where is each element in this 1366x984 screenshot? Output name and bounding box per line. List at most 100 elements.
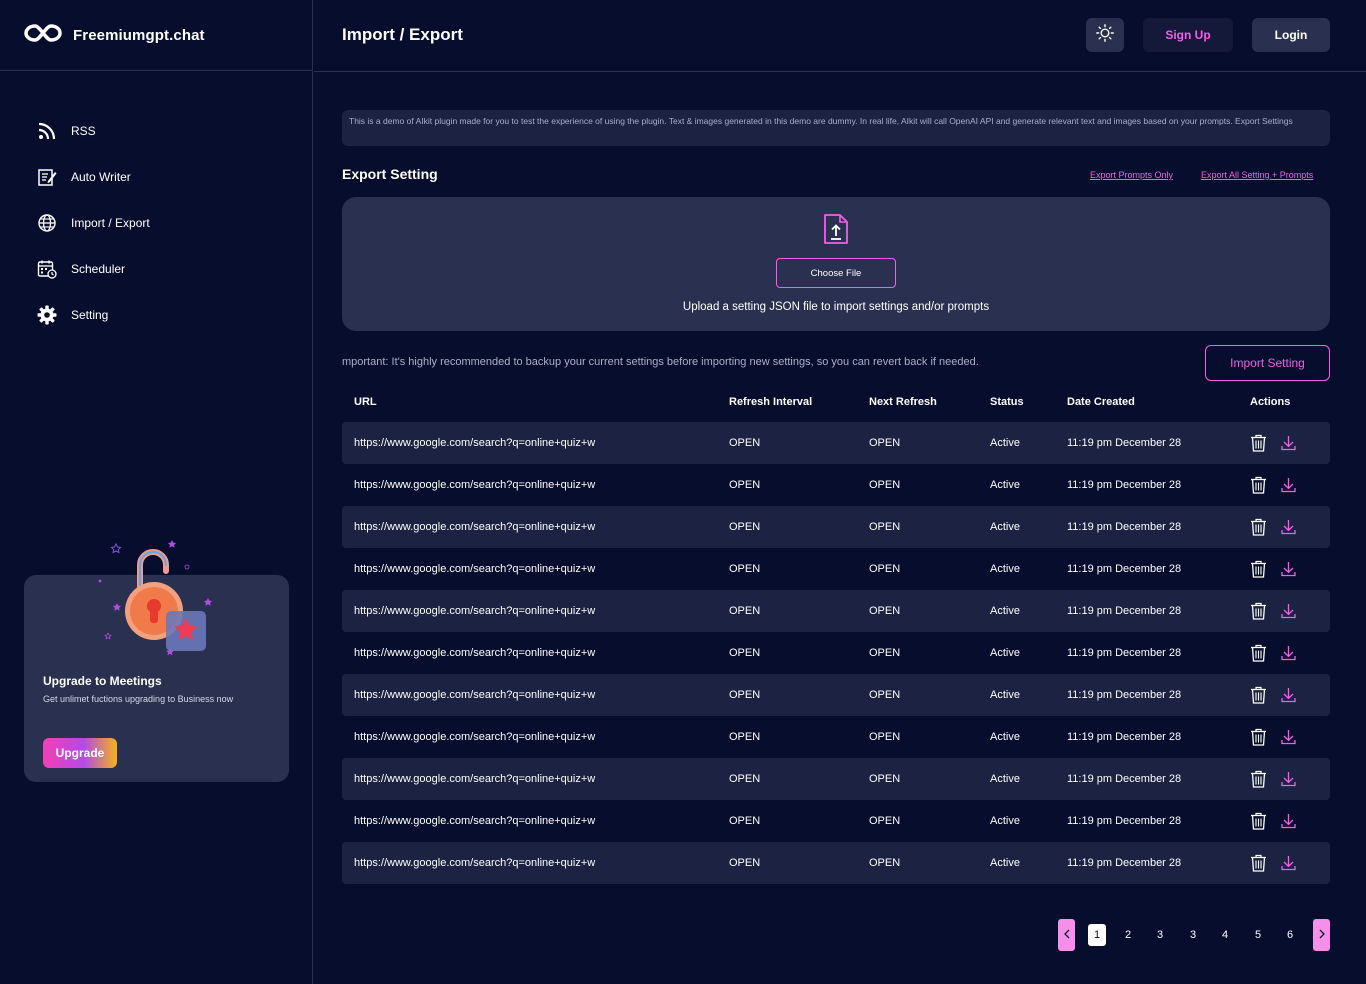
next-page-button[interactable] — [1313, 919, 1330, 951]
download-icon[interactable] — [1281, 771, 1296, 787]
delete-icon[interactable] — [1250, 518, 1267, 536]
cell-actions — [1250, 854, 1296, 872]
gear-icon — [37, 305, 57, 325]
delete-icon[interactable] — [1250, 728, 1267, 746]
cell-refresh-interval: OPEN — [729, 731, 761, 743]
column-header-date-created[interactable]: Date Created — [1067, 396, 1135, 408]
delete-icon[interactable] — [1250, 434, 1267, 452]
cell-actions — [1250, 602, 1296, 620]
page-number-button[interactable]: 3 — [1184, 924, 1202, 946]
sidebar-item-setting[interactable]: Setting — [0, 292, 312, 338]
cell-url[interactable]: https://www.google.com/search?q=online+q… — [354, 731, 595, 743]
cell-url[interactable]: https://www.google.com/search?q=online+q… — [354, 815, 595, 827]
backup-warning: mportant: It's highly recommended to bac… — [342, 356, 979, 368]
cell-url[interactable]: https://www.google.com/search?q=online+q… — [354, 773, 595, 785]
page-number-button[interactable]: 5 — [1249, 924, 1267, 946]
delete-icon[interactable] — [1250, 476, 1267, 494]
delete-icon[interactable] — [1250, 686, 1267, 704]
download-icon[interactable] — [1281, 855, 1296, 871]
download-icon[interactable] — [1281, 645, 1296, 661]
upgrade-button[interactable]: Upgrade — [43, 738, 117, 768]
cell-refresh-interval: OPEN — [729, 773, 761, 785]
download-icon[interactable] — [1281, 729, 1296, 745]
import-setting-button[interactable]: Import Setting — [1205, 345, 1330, 381]
download-icon[interactable] — [1281, 519, 1296, 535]
page-number-button[interactable]: 6 — [1281, 924, 1299, 946]
cell-refresh-interval: OPEN — [729, 689, 761, 701]
upload-dropzone[interactable]: Choose File Upload a setting JSON file t… — [342, 197, 1330, 331]
header: Import / Export Sign Up Login — [314, 0, 1366, 72]
section-title: Export Setting — [342, 166, 438, 182]
cell-actions — [1250, 518, 1296, 536]
previous-page-button[interactable] — [1058, 919, 1075, 951]
cell-date-created: 11:19 pm December 28 — [1067, 605, 1182, 617]
cell-url[interactable]: https://www.google.com/search?q=online+q… — [354, 437, 595, 449]
download-icon[interactable] — [1281, 687, 1296, 703]
page-number-button[interactable]: 1 — [1088, 924, 1106, 946]
upload-instructions: Upload a setting JSON file to import set… — [682, 301, 990, 313]
cell-refresh-interval: OPEN — [729, 605, 761, 617]
cell-refresh-interval: OPEN — [729, 479, 761, 491]
sidebar-item-import-export[interactable]: Import / Export — [0, 200, 312, 246]
cell-url[interactable]: https://www.google.com/search?q=online+q… — [354, 563, 595, 575]
column-header-url[interactable]: URL — [354, 396, 377, 408]
sidebar-item-rss[interactable]: RSS — [0, 108, 312, 154]
brand[interactable]: Freemiumgpt.chat — [0, 0, 312, 71]
cell-url[interactable]: https://www.google.com/search?q=online+q… — [354, 857, 595, 869]
upgrade-title: Upgrade to Meetings — [43, 674, 162, 688]
cell-status: Active — [990, 479, 1020, 491]
sign-up-button[interactable]: Sign Up — [1143, 18, 1233, 52]
sidebar-item-label: Scheduler — [71, 262, 126, 276]
sidebar-item-auto-writer[interactable]: Auto Writer — [0, 154, 312, 200]
cell-url[interactable]: https://www.google.com/search?q=online+q… — [354, 605, 595, 617]
download-icon[interactable] — [1281, 603, 1296, 619]
column-header-status[interactable]: Status — [990, 396, 1024, 408]
delete-icon[interactable] — [1250, 812, 1267, 830]
cell-status: Active — [990, 605, 1020, 617]
globe-icon — [37, 213, 57, 233]
download-icon[interactable] — [1281, 561, 1296, 577]
theme-toggle-button[interactable] — [1086, 18, 1124, 52]
feeds-table: URL Refresh Interval Next Refresh Status… — [342, 386, 1330, 884]
sun-icon — [1096, 23, 1114, 47]
login-button[interactable]: Login — [1252, 18, 1330, 52]
sidebar-nav: RSS Auto Writer Import / Export Schedule… — [0, 108, 312, 338]
download-icon[interactable] — [1281, 813, 1296, 829]
delete-icon[interactable] — [1250, 854, 1267, 872]
sidebar-item-label: Import / Export — [71, 216, 150, 230]
cell-url[interactable]: https://www.google.com/search?q=online+q… — [354, 689, 595, 701]
export-all-settings-link[interactable]: Export All Setting + Prompts — [1201, 170, 1313, 180]
export-prompts-only-link[interactable]: Export Prompts Only — [1090, 170, 1173, 180]
table-body: https://www.google.com/search?q=online+q… — [342, 422, 1330, 884]
sidebar-item-label: RSS — [71, 124, 96, 138]
delete-icon[interactable] — [1250, 644, 1267, 662]
chevron-left-icon — [1063, 926, 1071, 944]
cell-refresh-interval: OPEN — [729, 563, 761, 575]
column-header-next-refresh[interactable]: Next Refresh — [869, 396, 937, 408]
demo-notice: This is a demo of AIkit plugin made for … — [342, 110, 1330, 146]
delete-icon[interactable] — [1250, 770, 1267, 788]
cell-refresh-interval: OPEN — [729, 647, 761, 659]
page-number-button[interactable]: 2 — [1119, 924, 1137, 946]
cell-url[interactable]: https://www.google.com/search?q=online+q… — [354, 479, 595, 491]
cell-actions — [1250, 770, 1296, 788]
delete-icon[interactable] — [1250, 560, 1267, 578]
download-icon[interactable] — [1281, 477, 1296, 493]
sidebar-item-scheduler[interactable]: Scheduler — [0, 246, 312, 292]
cell-date-created: 11:19 pm December 28 — [1067, 815, 1182, 827]
download-icon[interactable] — [1281, 435, 1296, 451]
table-row: https://www.google.com/search?q=online+q… — [342, 422, 1330, 464]
page-number-button[interactable]: 4 — [1216, 924, 1234, 946]
delete-icon[interactable] — [1250, 602, 1267, 620]
cell-refresh-interval: OPEN — [729, 521, 761, 533]
page-number-button[interactable]: 3 — [1151, 924, 1169, 946]
column-header-interval[interactable]: Refresh Interval — [729, 396, 812, 408]
upgrade-subtitle: Get unlimet fuctions upgrading to Busine… — [43, 694, 234, 704]
cell-date-created: 11:19 pm December 28 — [1067, 521, 1182, 533]
cell-url[interactable]: https://www.google.com/search?q=online+q… — [354, 521, 595, 533]
cell-status: Active — [990, 857, 1020, 869]
cell-url[interactable]: https://www.google.com/search?q=online+q… — [354, 647, 595, 659]
cell-refresh-interval: OPEN — [729, 815, 761, 827]
choose-file-button[interactable]: Choose File — [776, 258, 896, 288]
cell-actions — [1250, 476, 1296, 494]
